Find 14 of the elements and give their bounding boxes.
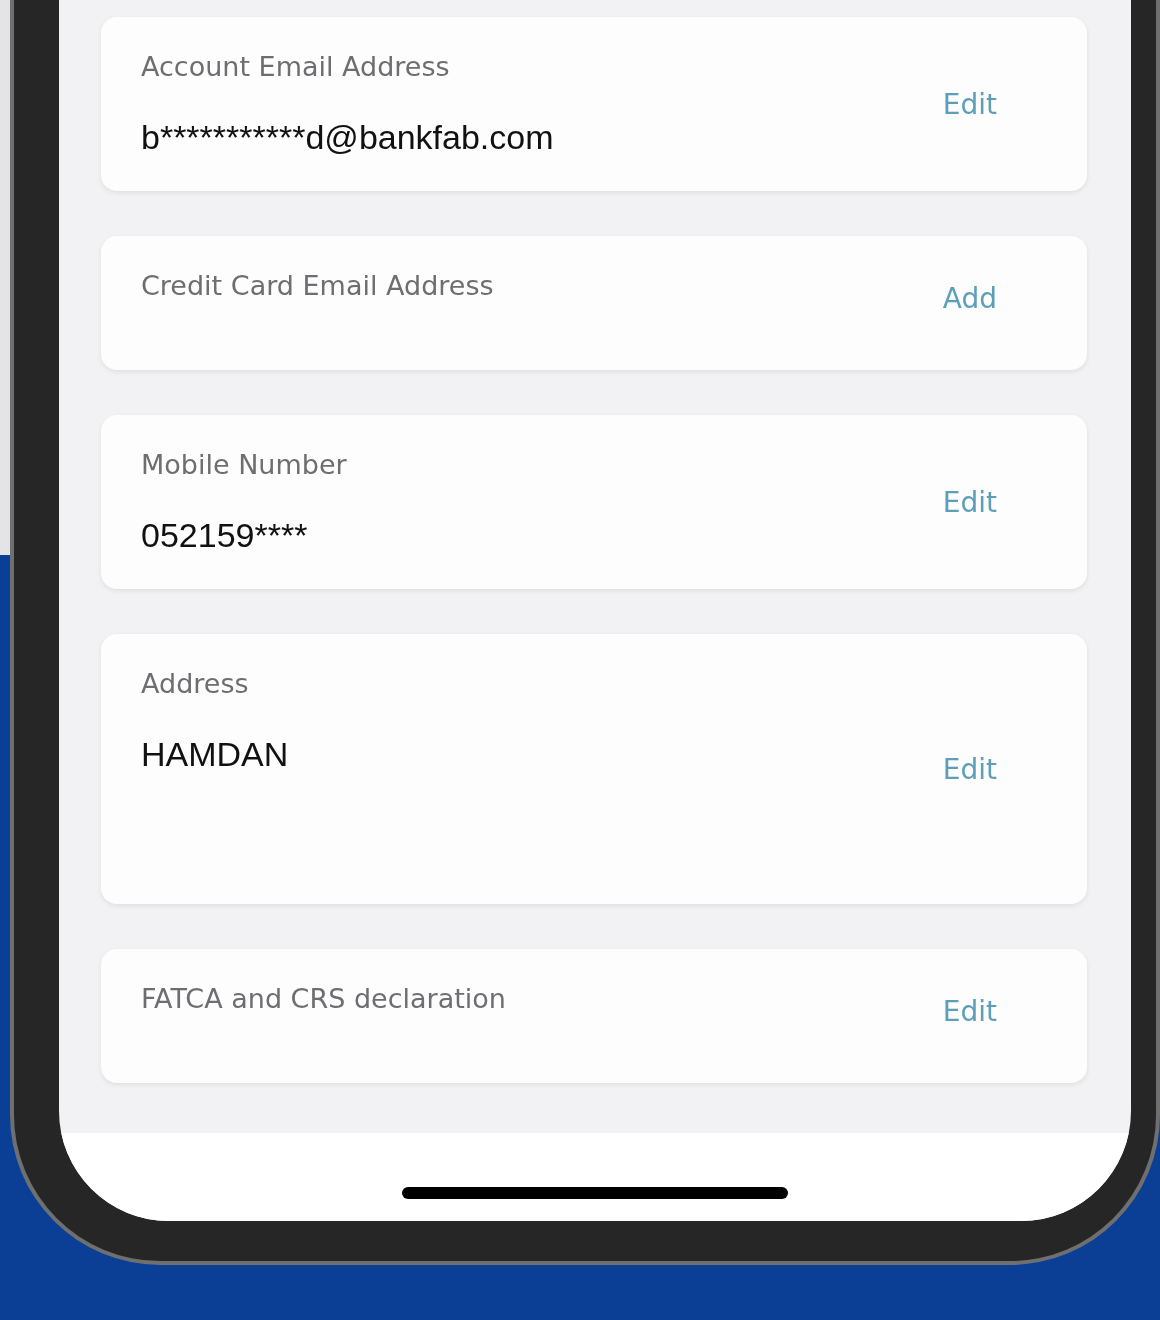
action-link[interactable]: Add [942, 282, 997, 315]
action-link[interactable]: Edit [942, 752, 997, 786]
field-label: Mobile Number [141, 449, 347, 480]
home-indicator[interactable] [402, 1187, 788, 1199]
field-value: b***********d@bankfab.com [141, 118, 554, 157]
field-label: FATCA and CRS declaration [141, 983, 506, 1014]
field-label: Address [141, 668, 250, 699]
action-link[interactable]: Edit [942, 87, 997, 121]
field-value: 052159**** [141, 516, 309, 555]
field-value: HAMDAN [141, 735, 289, 774]
action-link[interactable]: Edit [942, 995, 997, 1028]
field-label: Account Email Address [141, 51, 451, 82]
action-link[interactable]: Edit [942, 485, 997, 519]
field-label: Credit Card Email Address [141, 270, 494, 301]
